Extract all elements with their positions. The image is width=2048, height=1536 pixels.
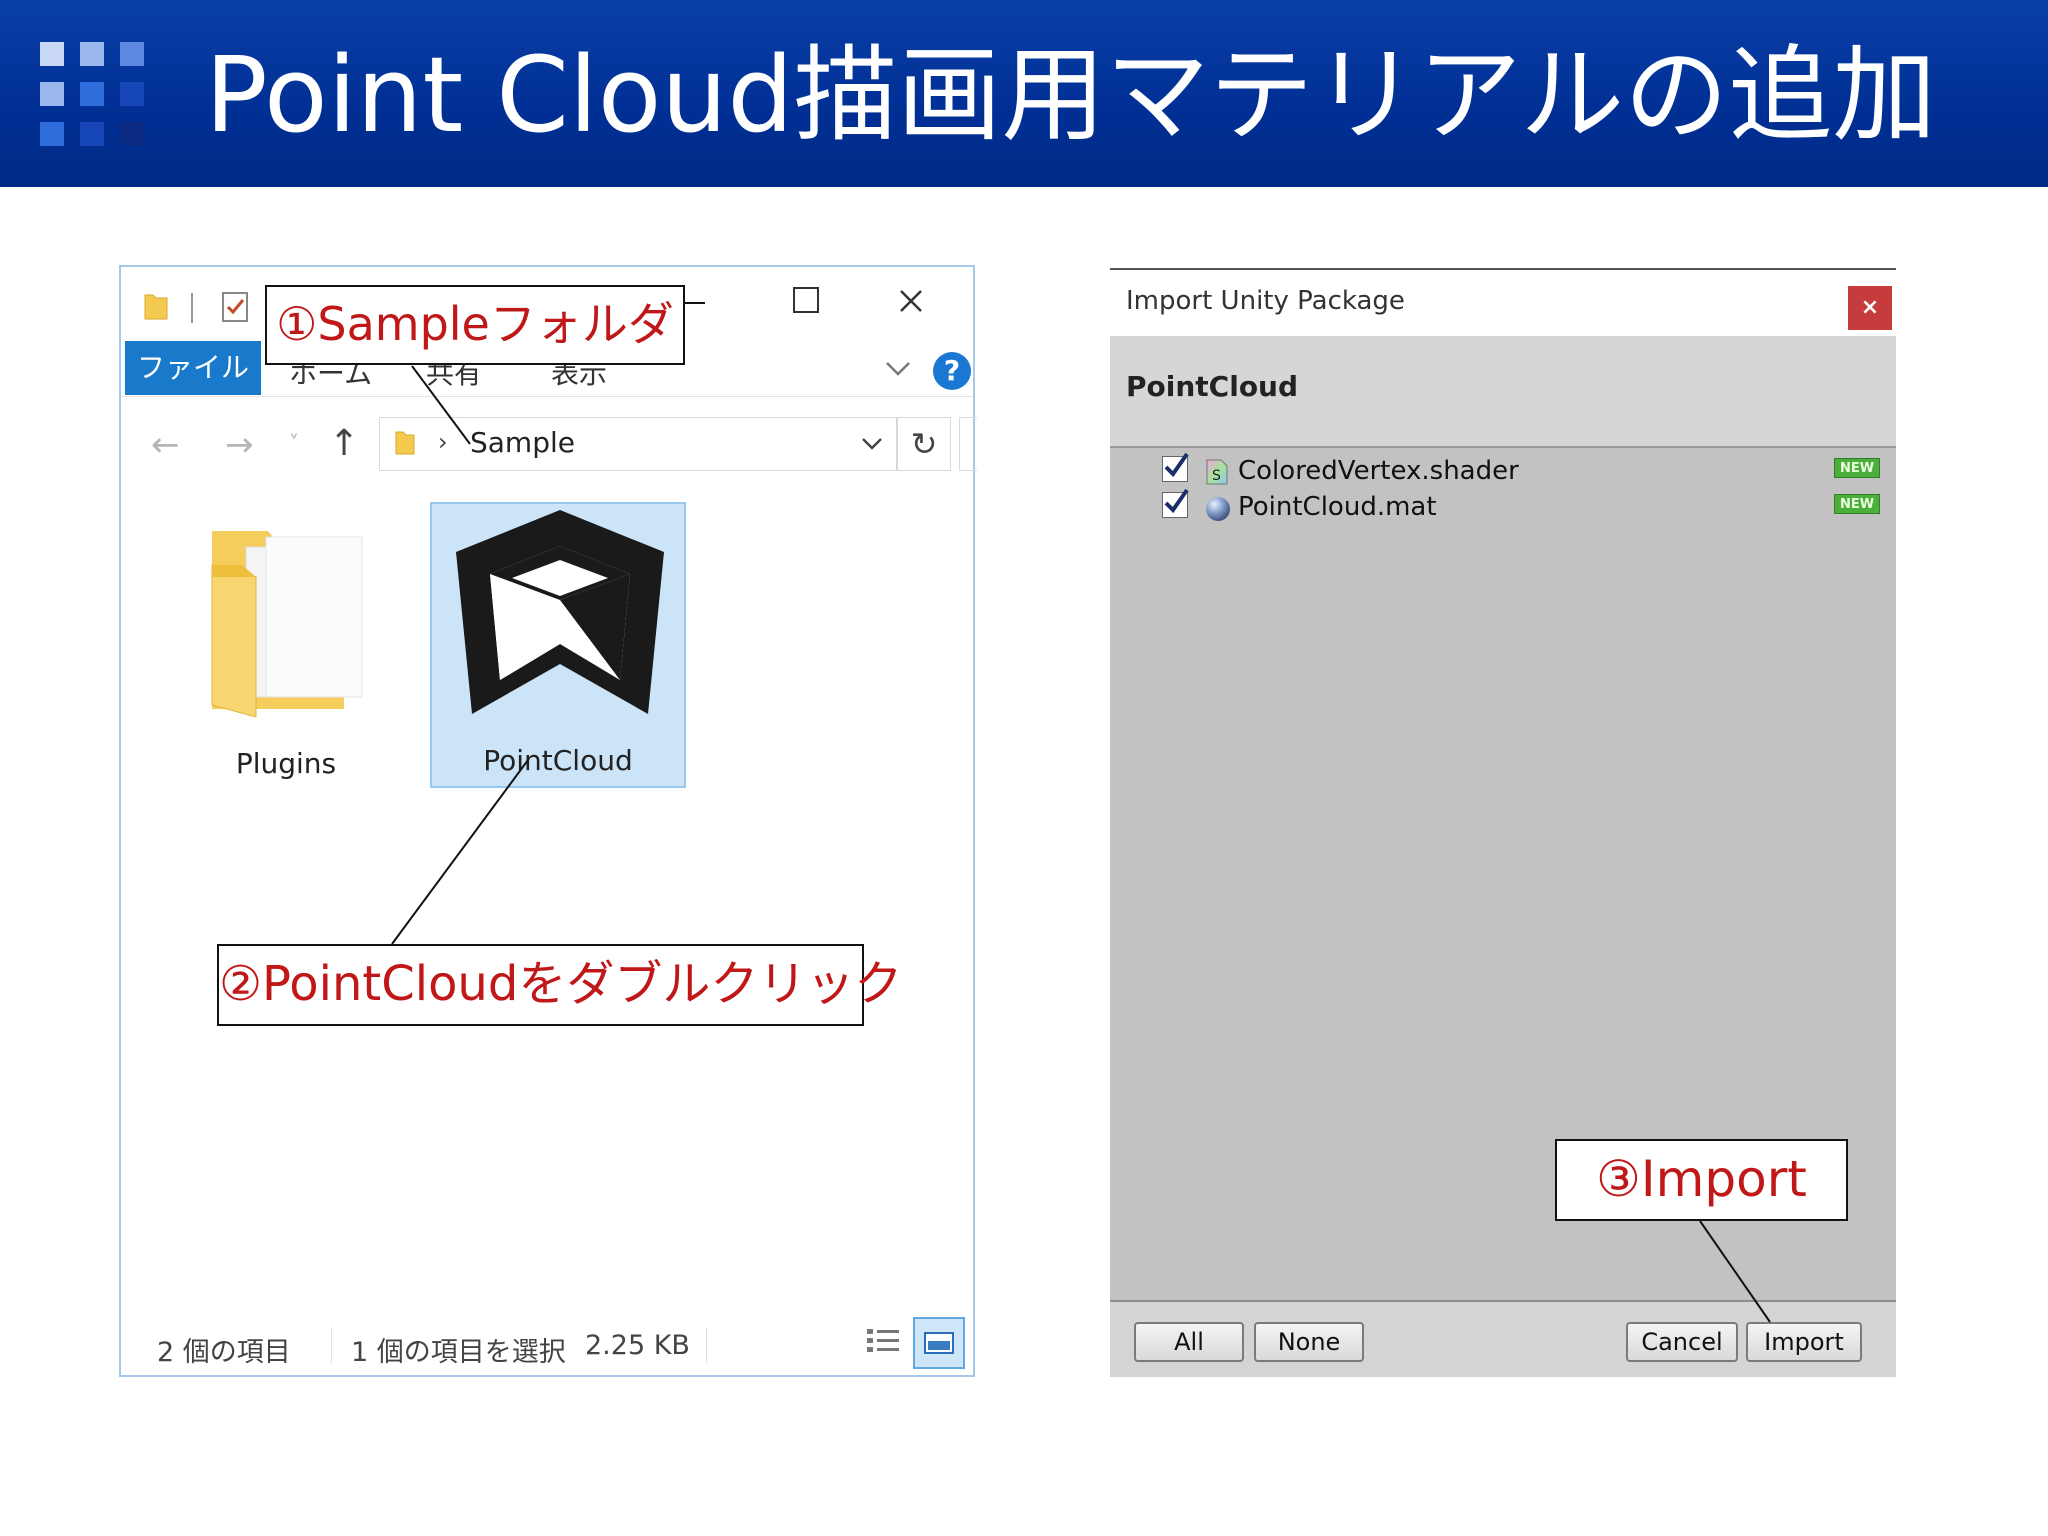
close-window-button[interactable] [891, 281, 931, 321]
ribbon-tab-file[interactable]: ファイル [125, 341, 261, 395]
status-item-count: 2 個の項目 [157, 1337, 291, 1368]
package-name: PointCloud [1126, 370, 1299, 403]
file-checkbox[interactable] [1162, 452, 1189, 482]
file-checkbox[interactable] [1162, 488, 1189, 518]
recent-locations-chevron-icon[interactable]: ˅ [289, 431, 299, 455]
folder-icon [206, 517, 366, 718]
new-badge: NEW [1834, 458, 1880, 478]
search-box-edge[interactable] [959, 417, 977, 471]
status-divider [706, 1327, 707, 1363]
callout-step-1: ①Sampleフォルダ [265, 285, 685, 365]
new-badge: NEW [1834, 494, 1880, 514]
package-header: PointCloud [1110, 336, 1896, 448]
breadcrumb-separator: › [438, 428, 448, 456]
callout-step-2: ②PointCloudをダブルクリック [217, 944, 902, 1026]
folder-icon[interactable] [143, 291, 169, 321]
refresh-icon[interactable]: ↻ [897, 417, 951, 471]
slide-title: Point Cloud描画用マテリアルの追加 [205, 34, 1937, 156]
status-divider [331, 1327, 332, 1363]
maximize-button[interactable] [793, 287, 819, 313]
forward-arrow-icon[interactable]: → [225, 425, 254, 465]
file-name: PointCloud.mat [1238, 492, 1437, 522]
file-name: ColoredVertex.shader [1238, 456, 1519, 486]
help-icon[interactable]: ? [933, 352, 971, 390]
ribbon-expand-chevron-icon[interactable] [883, 357, 913, 381]
dialog-title: Import Unity Package [1126, 286, 1405, 316]
package-file-row[interactable]: S ColoredVertex.shader NEW [1110, 452, 1896, 490]
dialog-footer: All None Cancel Import [1110, 1302, 1896, 1377]
status-selected-count: 1 個の項目を選択 [351, 1337, 566, 1368]
all-button[interactable]: All [1134, 1322, 1244, 1362]
large-icons-view-icon[interactable] [913, 1317, 965, 1369]
folder-icon [394, 428, 416, 456]
file-explorer-window: ファイル ホーム 共有 表示 ? ← → ˅ ↑ › Sample ↻ Plug… [119, 265, 977, 1377]
import-button[interactable]: Import [1746, 1322, 1862, 1362]
file-label: PointCloud [483, 744, 633, 777]
folder-item-plugins[interactable]: Plugins [181, 507, 391, 797]
shader-icon: S [1204, 458, 1230, 486]
properties-check-icon[interactable] [221, 289, 251, 323]
unity-logo-icon [452, 504, 668, 730]
folder-label: Plugins [235, 747, 337, 780]
quick-access-divider [191, 293, 193, 323]
up-arrow-icon[interactable]: ↑ [329, 423, 359, 464]
cancel-button[interactable]: Cancel [1626, 1322, 1738, 1362]
ribbon-divider [121, 396, 973, 397]
grid-logo-icon [40, 42, 150, 150]
none-button[interactable]: None [1254, 1322, 1364, 1362]
details-view-icon[interactable] [865, 1325, 901, 1361]
breadcrumb-sample[interactable]: Sample [470, 426, 575, 459]
address-bar[interactable]: › Sample [379, 417, 897, 471]
dialog-title-bar: Import Unity Package × [1110, 270, 1896, 336]
svg-text:S: S [1212, 468, 1221, 484]
package-file-row[interactable]: PointCloud.mat NEW [1110, 488, 1896, 526]
back-arrow-icon[interactable]: ← [151, 425, 180, 465]
dialog-close-button[interactable]: × [1848, 286, 1892, 330]
address-dropdown-icon[interactable] [860, 434, 884, 454]
status-selected-size: 2.25 KB [585, 1330, 690, 1361]
material-sphere-icon [1204, 494, 1230, 522]
slide-title-bar: Point Cloud描画用マテリアルの追加 [0, 0, 2048, 187]
file-item-pointcloud[interactable]: PointCloud [430, 502, 686, 788]
callout-step-3: ③Import [1555, 1139, 1848, 1221]
